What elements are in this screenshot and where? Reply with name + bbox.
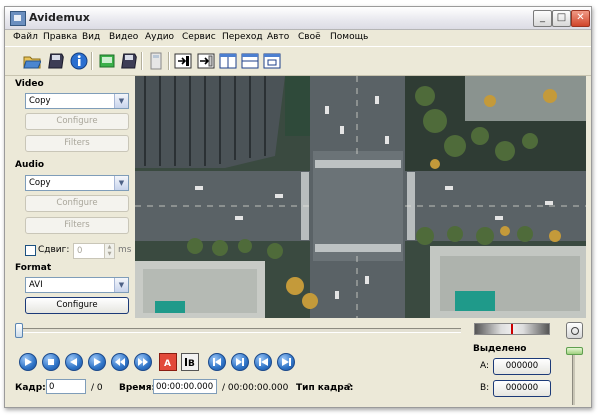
- video-preview: [135, 76, 586, 318]
- marker-b-label: B:: [480, 383, 490, 393]
- close-button[interactable]: ✕: [571, 10, 590, 27]
- chevron-down-icon[interactable]: ▼: [114, 278, 128, 292]
- app-icon: [10, 11, 26, 26]
- audio-codec-select[interactable]: Copy ▼: [25, 175, 129, 191]
- set-marker-b-icon[interactable]: B: [181, 353, 199, 371]
- prev-black-icon[interactable]: [208, 353, 226, 371]
- top-bottom-icon[interactable]: [239, 50, 260, 71]
- side-by-side-icon[interactable]: [217, 50, 238, 71]
- prev-keyframe-icon[interactable]: [111, 353, 129, 371]
- frame-type-value: ?: [347, 383, 352, 393]
- video-codec-select[interactable]: Copy ▼: [25, 93, 129, 109]
- volume-meter: [474, 323, 550, 335]
- maximize-button[interactable]: □: [552, 10, 571, 27]
- title-bar: Avidemux _ □ ✕: [5, 7, 591, 30]
- menu-bar: Файл Правка Вид Видео Аудио Сервис Перех…: [5, 30, 591, 45]
- audio-section-label: Audio: [15, 160, 45, 170]
- volume-slider-track[interactable]: [572, 349, 575, 405]
- marker-a-button[interactable]: 000000: [493, 358, 551, 375]
- svg-text:A: A: [164, 359, 171, 367]
- app-window: Avidemux _ □ ✕ Файл Правка Вид Видео Ауд…: [4, 6, 592, 408]
- minimize-button[interactable]: _: [533, 10, 552, 27]
- next-frame-icon[interactable]: [88, 353, 106, 371]
- menu-go[interactable]: Переход: [222, 32, 263, 42]
- info-icon[interactable]: [68, 50, 89, 71]
- set-marker-a-icon[interactable]: A: [159, 353, 177, 371]
- toolbar: [5, 46, 591, 76]
- format-select[interactable]: AVI ▼: [25, 277, 129, 293]
- marker-b-button[interactable]: 000000: [493, 380, 551, 397]
- timeline-slider-thumb[interactable]: [15, 323, 23, 338]
- frame-type-label: Тип кадра:: [296, 383, 354, 393]
- video-codec-value: Copy: [29, 96, 51, 106]
- selection-title: Выделено: [473, 344, 527, 354]
- frame-label: Кадр:: [15, 383, 46, 393]
- shift-checkbox[interactable]: [25, 245, 36, 256]
- time-input[interactable]: 00:00:00.000: [153, 379, 217, 394]
- menu-help[interactable]: Помощь: [330, 32, 368, 42]
- video-section-label: Video: [15, 79, 44, 89]
- stop-icon[interactable]: [42, 353, 60, 371]
- format-value: AVI: [29, 280, 43, 290]
- audio-filters-button[interactable]: Filters: [25, 217, 129, 234]
- spin-arrows-icon[interactable]: ▲ ▼: [104, 244, 114, 258]
- time-total: / 00:00:00.000: [222, 383, 289, 393]
- next-keyframe-icon[interactable]: [134, 353, 152, 371]
- video-filters-button[interactable]: Filters: [25, 135, 129, 152]
- menu-audio[interactable]: Аудио: [145, 32, 174, 42]
- play-icon[interactable]: [19, 353, 37, 371]
- menu-auto[interactable]: Авто: [267, 32, 289, 42]
- goto-start-icon[interactable]: [254, 353, 272, 371]
- menu-file[interactable]: Файл: [13, 32, 38, 42]
- frame-total: / 0: [91, 383, 103, 393]
- window-title: Avidemux: [29, 11, 90, 24]
- menu-video[interactable]: Видео: [109, 32, 138, 42]
- shift-unit: ms: [118, 245, 132, 255]
- shift-label: Сдвиг:: [38, 245, 70, 255]
- window-icon[interactable]: [261, 50, 282, 71]
- timeline-slider-track[interactable]: [19, 328, 461, 333]
- prev-frame-icon[interactable]: [65, 353, 83, 371]
- volume-icon[interactable]: [566, 322, 583, 339]
- save-audio-icon[interactable]: [118, 50, 139, 71]
- menu-custom[interactable]: Своё: [298, 32, 321, 42]
- audio-codec-value: Copy: [29, 178, 51, 188]
- audio-configure-button[interactable]: Configure: [25, 195, 129, 212]
- time-label: Время:: [119, 383, 156, 393]
- shift-value: 0: [77, 246, 83, 256]
- output-mode-icon[interactable]: [195, 50, 216, 71]
- save-icon[interactable]: [45, 50, 66, 71]
- marker-a-label: A:: [480, 361, 490, 371]
- menu-edit[interactable]: Правка: [43, 32, 77, 42]
- format-configure-button[interactable]: Configure: [25, 297, 129, 314]
- open-icon[interactable]: [21, 50, 42, 71]
- svg-text:B: B: [188, 359, 195, 367]
- volume-slider-thumb[interactable]: [566, 347, 583, 355]
- input-mode-icon[interactable]: [172, 50, 193, 71]
- goto-end-icon[interactable]: [277, 353, 295, 371]
- frame-input[interactable]: 0: [46, 379, 86, 394]
- shift-spinbox[interactable]: 0 ▲ ▼: [73, 243, 115, 259]
- next-black-icon[interactable]: [231, 353, 249, 371]
- save-video-icon[interactable]: [96, 50, 117, 71]
- video-configure-button[interactable]: Configure: [25, 113, 129, 130]
- chevron-down-icon[interactable]: ▼: [114, 94, 128, 108]
- calculator-icon[interactable]: [145, 50, 166, 71]
- format-section-label: Format: [15, 263, 52, 273]
- menu-view[interactable]: Вид: [82, 32, 100, 42]
- chevron-down-icon[interactable]: ▼: [114, 176, 128, 190]
- menu-tools[interactable]: Сервис: [182, 32, 216, 42]
